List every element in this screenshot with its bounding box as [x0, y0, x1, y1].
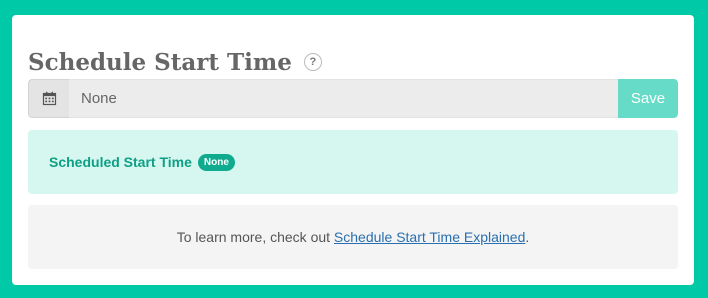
- calendar-icon-glyph: [42, 91, 56, 106]
- info-text: To learn more, check out Schedule Start …: [177, 229, 530, 245]
- schedule-start-time-panel: Schedule Start Time ? Save Scheduled Sta…: [12, 15, 694, 285]
- help-icon[interactable]: ?: [303, 53, 322, 71]
- info-prefix: To learn more, check out: [176, 229, 334, 245]
- schedule-input-group: Save: [28, 79, 678, 118]
- status-label: Scheduled Start Time: [49, 154, 192, 170]
- info-suffix: .: [525, 229, 530, 245]
- title-row: Schedule Start Time ?: [28, 45, 322, 79]
- scheduled-start-time-status: Scheduled Start Time None: [28, 130, 678, 194]
- learn-more-box: To learn more, check out Schedule Start …: [28, 205, 678, 269]
- status-badge: None: [197, 153, 235, 171]
- page-title: Schedule Start Time: [28, 48, 292, 76]
- save-button[interactable]: Save: [618, 79, 678, 118]
- start-time-input[interactable]: [69, 79, 618, 118]
- explained-link[interactable]: Schedule Start Time Explained: [334, 229, 525, 245]
- calendar-icon[interactable]: [28, 79, 69, 118]
